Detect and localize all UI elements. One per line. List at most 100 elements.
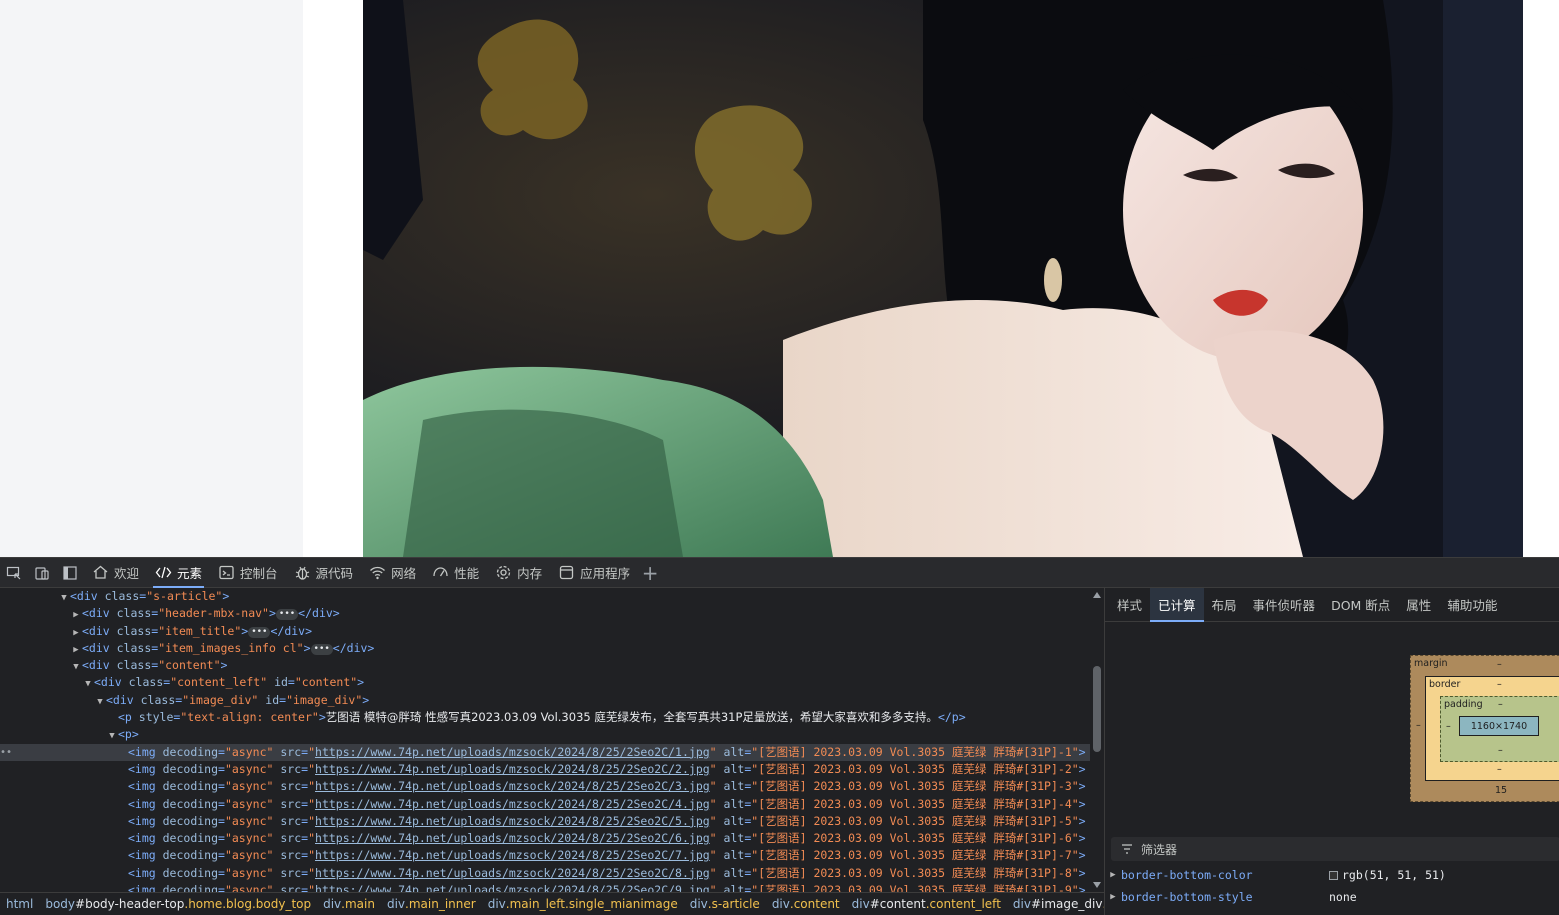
tag-end: </div> <box>270 623 313 638</box>
img-node-list: •• <img decoding="async" src="https://www… <box>0 743 1090 892</box>
inspect-element-icon[interactable] <box>0 558 28 588</box>
add-tool-button[interactable]: + <box>638 558 662 588</box>
attr-name: class <box>116 606 152 621</box>
computed-property-row[interactable]: ▶ border-bottom-color rgb(51, 51, 51) <box>1105 864 1559 886</box>
color-swatch[interactable] <box>1329 870 1338 880</box>
crumb-class: .s-article <box>707 897 760 911</box>
tag-open: <div <box>82 623 117 638</box>
tab-application[interactable]: 应用程序 <box>550 558 638 588</box>
collapsed-triangle-icon[interactable]: ▶ <box>1105 870 1121 880</box>
border-top-value[interactable]: – <box>1497 679 1502 690</box>
tab-dom-breakpoints[interactable]: DOM 断点 <box>1323 588 1398 621</box>
border-bottom-value[interactable]: – <box>1497 764 1502 775</box>
box-model-padding[interactable]: padding – – – – 1160×1740 <box>1440 696 1559 762</box>
box-model-border[interactable]: border – – padding – – – – 1160×1740 <box>1425 676 1559 781</box>
tab-event-listeners[interactable]: 事件侦听器 <box>1245 588 1324 621</box>
tab-label: 元素 <box>177 566 203 581</box>
tab-properties[interactable]: 属性 <box>1398 588 1439 621</box>
console-icon <box>219 565 234 580</box>
tab-memory[interactable]: 内存 <box>487 558 550 588</box>
dock-side-icon[interactable] <box>56 558 84 588</box>
scroll-down-icon[interactable] <box>1093 882 1101 888</box>
box-model-content[interactable]: 1160×1740 <box>1459 716 1539 736</box>
attr-name: src <box>280 761 302 776</box>
attr-value: "item_images_info cl" <box>158 640 304 655</box>
dom-node-p-text[interactable]: <p style="text-align: center">艺图语 模特@胖琦 … <box>0 709 1090 726</box>
margin-left-value[interactable]: – <box>1416 720 1421 731</box>
property-name: border-bottom-style <box>1121 890 1253 904</box>
dom-node-p[interactable]: ▼ <p> <box>0 726 1090 743</box>
breadcrumb-item[interactable]: div#image_div.image_div <box>1007 893 1104 915</box>
scroll-up-icon[interactable] <box>1093 592 1101 598</box>
breadcrumb-item[interactable]: div .main <box>317 893 381 915</box>
ellipsis-badge[interactable]: ••• <box>248 626 271 638</box>
crumb-class: .content <box>789 897 840 911</box>
tab-accessibility[interactable]: 辅助功能 <box>1439 588 1505 621</box>
breadcrumb-item[interactable]: div .main_inner <box>381 893 482 915</box>
dom-node-item-images-info[interactable]: ▶ <div class="item_images_info cl"> ••• </d… <box>0 640 1090 657</box>
elements-tree[interactable]: ▼ <div class="s-article"> ▶ <div class="he… <box>0 588 1090 892</box>
article-photo[interactable] <box>363 0 1523 557</box>
breadcrumb-item[interactable]: div .s-article <box>684 893 766 915</box>
tab-welcome[interactable]: 欢迎 <box>84 558 147 588</box>
crumb-id: #image_div <box>1030 897 1103 911</box>
breadcrumb-item[interactable]: html <box>0 893 39 915</box>
tab-elements[interactable]: 元素 <box>147 558 210 588</box>
breadcrumb-item[interactable]: div .main_left.single_mianimage <box>482 893 684 915</box>
tab-sources[interactable]: 源代码 <box>286 558 362 588</box>
attr-value: "async" <box>224 865 274 880</box>
margin-bottom-value[interactable]: 15 <box>1495 785 1507 796</box>
tab-styles[interactable]: 样式 <box>1109 588 1150 621</box>
dom-node-img[interactable]: •• <img decoding="async" src="https://www… <box>0 743 1090 761</box>
image-src-link[interactable]: https://www.74p.net/uploads/mzsock/2024/… <box>315 797 710 811</box>
elements-scrollbar[interactable] <box>1090 588 1104 892</box>
tab-layout[interactable]: 布局 <box>1204 588 1245 621</box>
dom-node-img[interactable]: <img decoding="async" src="https://www.7… <box>0 882 1090 892</box>
breadcrumb-item[interactable]: div #content .content_left <box>846 893 1007 915</box>
dom-node-image-div[interactable]: ▼ <div class="image_div" id="image_div"> <box>0 692 1090 709</box>
tab-performance[interactable]: 性能 <box>424 558 487 588</box>
tab-console[interactable]: 控制台 <box>210 558 286 588</box>
image-src-link[interactable]: https://www.74p.net/uploads/mzsock/2024/… <box>315 779 710 793</box>
scrollbar-thumb[interactable] <box>1093 666 1101 752</box>
collapsed-triangle-icon[interactable]: ▶ <box>1105 892 1121 902</box>
padding-left-value[interactable]: – <box>1446 721 1451 732</box>
dom-node-content[interactable]: ▼ <div class="content"> <box>0 657 1090 674</box>
breadcrumb-item[interactable]: body #body-header-top .home.blog.body_top <box>39 893 317 915</box>
dom-node-header-mbx-nav[interactable]: ▶ <div class="header-mbx-nav"> ••• </div> <box>0 605 1090 622</box>
computed-filter-input[interactable]: 筛选器 <box>1111 837 1559 861</box>
dom-node-img[interactable]: <img decoding="async" src="https://www.7… <box>0 813 1090 830</box>
image-src-link[interactable]: https://www.74p.net/uploads/mzsock/2024/… <box>315 831 710 845</box>
padding-bottom-value[interactable]: – <box>1498 745 1503 756</box>
tab-network[interactable]: 网络 <box>361 558 424 588</box>
image-src-link[interactable]: https://www.74p.net/uploads/mzsock/2024/… <box>315 745 710 759</box>
breadcrumb-item[interactable]: div .content <box>766 893 846 915</box>
dom-node-img[interactable]: <img decoding="async" src="https://www.7… <box>0 847 1090 864</box>
attr-name: alt <box>723 796 745 811</box>
tab-computed[interactable]: 已计算 <box>1150 588 1204 622</box>
dom-node-s-article[interactable]: ▼ <div class="s-article"> <box>0 588 1090 605</box>
ellipsis-badge[interactable]: ••• <box>275 609 299 621</box>
image-src-link[interactable]: https://www.74p.net/uploads/mzsock/2024/… <box>315 762 710 776</box>
box-model-margin[interactable]: margin – – 15 border – – padding – – – –… <box>1410 655 1559 802</box>
image-src-link[interactable]: https://www.74p.net/uploads/mzsock/2024/… <box>315 866 710 880</box>
attr-value: "header-mbx-nav" <box>158 606 269 621</box>
image-src-link[interactable]: https://www.74p.net/uploads/mzsock/2024/… <box>315 814 710 828</box>
device-toolbar-icon[interactable] <box>28 558 56 588</box>
dom-node-img[interactable]: <img decoding="async" src="https://www.7… <box>0 778 1090 795</box>
border-label: border <box>1429 679 1461 690</box>
dom-node-item-title[interactable]: ▶ <div class="item_title"> ••• </div> <box>0 623 1090 640</box>
computed-property-row[interactable]: ▶ border-bottom-style none <box>1105 886 1559 908</box>
ellipsis-badge[interactable]: ••• <box>310 643 333 655</box>
dom-node-img[interactable]: <img decoding="async" src="https://www.7… <box>0 830 1090 847</box>
devtools-panel: 欢迎 元素 控制台 源代码 网络 性能 内存 应用程序 + ▼ <div cla… <box>0 557 1559 915</box>
dom-node-content-left[interactable]: ▼ <div class="content_left" id="content"> <box>0 674 1090 691</box>
attr-value: "content" <box>158 658 221 673</box>
image-src-link[interactable]: https://www.74p.net/uploads/mzsock/2024/… <box>315 848 710 862</box>
dom-node-img[interactable]: <img decoding="async" src="https://www.7… <box>0 761 1090 778</box>
image-src-link[interactable]: https://www.74p.net/uploads/mzsock/2024/… <box>315 883 710 892</box>
padding-top-value[interactable]: – <box>1498 699 1503 710</box>
dom-node-img[interactable]: <img decoding="async" src="https://www.7… <box>0 865 1090 882</box>
margin-top-value[interactable]: – <box>1497 659 1502 670</box>
dom-node-img[interactable]: <img decoding="async" src="https://www.7… <box>0 796 1090 813</box>
